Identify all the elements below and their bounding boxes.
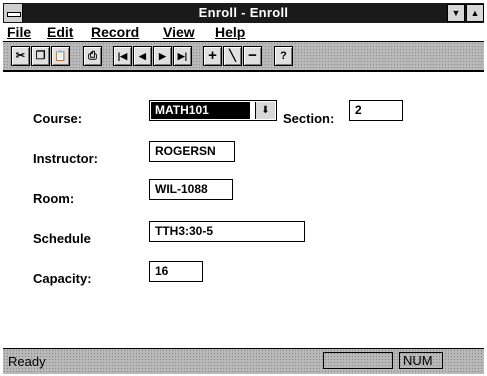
capacity-field[interactable]: 16 xyxy=(149,261,203,282)
last-record-button[interactable]: ▶| xyxy=(173,46,192,66)
add-record-button[interactable]: + xyxy=(203,46,222,66)
menu-file[interactable]: File xyxy=(7,24,31,40)
print-button[interactable]: ⎙ xyxy=(83,46,102,66)
next-record-icon: ▶ xyxy=(159,51,166,61)
instructor-label: Instructor: xyxy=(33,151,98,166)
copy-icon: ❐ xyxy=(35,50,46,62)
status-panel xyxy=(323,352,393,369)
toolbar: ✂ ❐ 📋 ⎙ |◀ ◀ ▶ ▶| + ╲ − ? xyxy=(3,42,484,72)
section-label: Section: xyxy=(283,111,335,126)
status-text: Ready xyxy=(8,354,46,369)
chevron-down-icon[interactable]: ⬇ xyxy=(255,102,275,119)
enroll-window: Enroll - Enroll ▼ ▲ File Edit Record Vie… xyxy=(0,0,487,376)
paste-button[interactable]: 📋 xyxy=(51,46,70,66)
menu-record[interactable]: Record xyxy=(91,24,139,40)
window-title: Enroll - Enroll xyxy=(198,5,289,20)
num-lock-indicator: NUM xyxy=(399,352,443,369)
cut-button[interactable]: ✂ xyxy=(11,46,30,66)
title-bar[interactable]: Enroll - Enroll ▼ ▲ xyxy=(3,3,484,23)
first-record-button[interactable]: |◀ xyxy=(113,46,132,66)
cut-icon: ✂ xyxy=(15,50,26,62)
instructor-field[interactable]: ROGERSN xyxy=(149,141,235,162)
minimize-button[interactable]: ▼ xyxy=(447,4,465,22)
edit-record-button[interactable]: ╲ xyxy=(223,46,242,66)
add-record-icon: + xyxy=(208,47,217,64)
copy-button[interactable]: ❐ xyxy=(31,46,50,66)
previous-record-button[interactable]: ◀ xyxy=(133,46,152,66)
section-field[interactable]: 2 xyxy=(349,100,403,121)
help-icon: ? xyxy=(280,50,287,62)
edit-record-icon: ╲ xyxy=(229,50,236,62)
maximize-button[interactable]: ▲ xyxy=(466,4,484,22)
capacity-label: Capacity: xyxy=(33,271,92,286)
next-record-button[interactable]: ▶ xyxy=(153,46,172,66)
status-bar: Ready NUM xyxy=(3,348,484,374)
schedule-label: Schedule xyxy=(33,231,91,246)
menu-edit[interactable]: Edit xyxy=(47,24,73,40)
menu-view[interactable]: View xyxy=(163,24,195,40)
schedule-field[interactable]: TTH3:30-5 xyxy=(149,221,305,242)
first-record-icon: |◀ xyxy=(117,51,128,61)
menu-bar: File Edit Record View Help xyxy=(3,23,484,42)
room-label: Room: xyxy=(33,191,75,206)
course-value: MATH101 xyxy=(151,102,250,119)
menu-help[interactable]: Help xyxy=(215,24,245,40)
room-field[interactable]: WIL-1088 xyxy=(149,179,233,200)
delete-record-icon: − xyxy=(248,47,257,64)
course-label: Course: xyxy=(33,111,83,126)
help-button[interactable]: ? xyxy=(274,46,293,66)
delete-record-button[interactable]: − xyxy=(243,46,262,66)
last-record-icon: ▶| xyxy=(177,51,188,61)
previous-record-icon: ◀ xyxy=(139,51,146,61)
course-select[interactable]: MATH101 ⬇ xyxy=(149,100,277,121)
paste-icon: 📋 xyxy=(54,51,67,62)
print-icon: ⎙ xyxy=(88,50,97,62)
enroll-form: Course: MATH101 ⬇ Section: 2 Instructor:… xyxy=(3,72,484,347)
